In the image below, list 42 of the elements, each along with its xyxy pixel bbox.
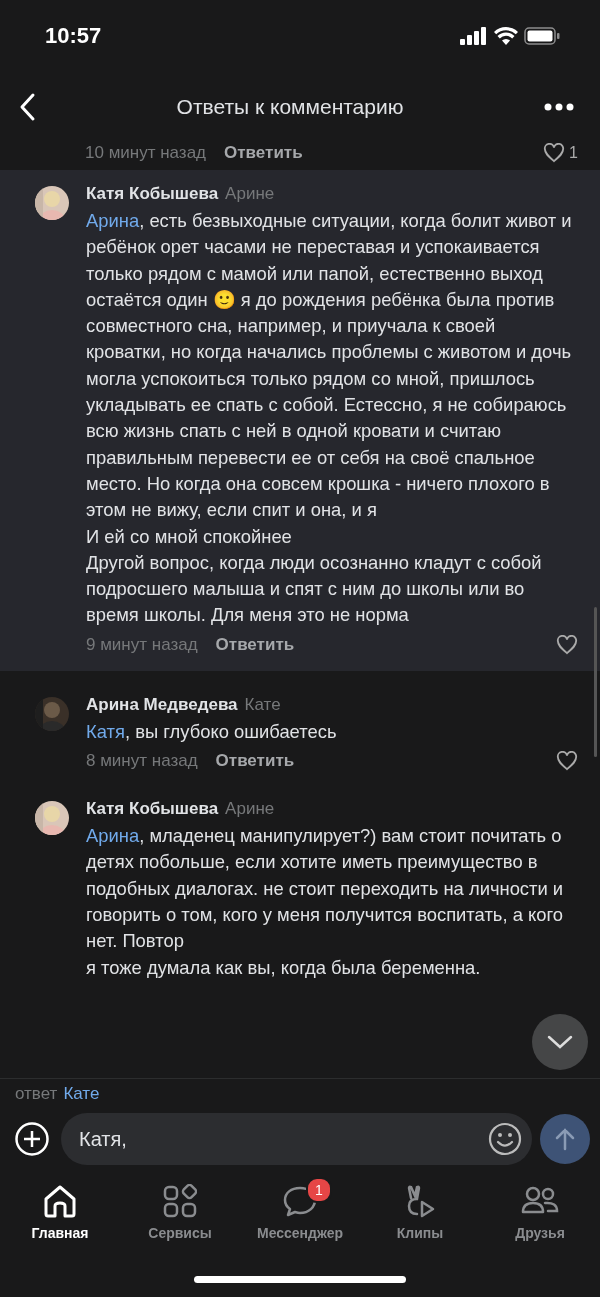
wifi-icon [494,27,518,45]
nav-tab[interactable]: Сервисы [125,1183,235,1241]
addressee: Арине [225,799,275,820]
status-time: 10:57 [45,23,102,49]
home-icon [42,1184,78,1218]
comment-time: 9 минут назад [86,634,198,655]
nav-tab[interactable]: Главная [5,1183,115,1241]
comment-text: Арина, есть безвыходные ситуации, когда болит живот и ребёнок орет часами не переставая и успокаивается только рядом с мамой или папой, естественно выход остаётся один 🙂 я до рождения ребёнка была против совместного сна, например, и приучала к своей кроватки, но когда начались проблемы с животом и дочь могла успокоиться только рядом со мной, пришлось укладывать ее спать с собой. Естессно, я не собираюсь всю жизнь спать с ней в одной кровати и считаю правильным перевести ее от себя на своё спальное место. Но когда она совсем крошка - ничего плохого в этом не вижу, если спит и она, и я И ей со мной спокойнее Другой вопрос, когда люди осознанно кладут с собой подросшего малыша и спят с ним до школы или во время школы. Для меня это не норма [86,209,573,628]
addressee: Кате [244,694,281,715]
nav-tab[interactable]: Клипы [365,1183,475,1241]
heart-icon[interactable] [543,143,566,163]
author-name[interactable]: Катя Кобышева [86,799,219,820]
heart-icon[interactable] [556,634,578,655]
smile-icon[interactable] [488,1122,522,1156]
signal-icon [460,27,488,45]
author-name[interactable]: Арина Медведева [86,694,238,715]
unread-count: 1 [306,1177,332,1203]
comment-text: Арина, младенец манипулирует?) вам стоит почитать о детях побольше, если хотите иметь преимущество в подобных диалогах. не стоит переходить на личности и говорить о том, кого у меня получится воспитать, а кого нет. Повтор я тоже думала как вы, когда была беременна. [86,824,565,980]
reply-link[interactable]: Ответить [215,751,295,772]
battery-icon [524,27,560,45]
send-button[interactable] [540,1114,590,1164]
heart-icon[interactable] [556,751,578,772]
comment-text: Катя, вы глубоко ошибаетесь [86,719,338,744]
message-field[interactable]: Катя, [61,1113,532,1165]
nav-tab[interactable]: Друзья [485,1183,595,1241]
reply-target-link[interactable]: Кате [63,1084,100,1104]
addressee: Арине [225,184,275,204]
reply-label: ответ [15,1084,58,1104]
mention-link[interactable]: Арина [86,210,140,231]
reply-link[interactable]: Ответить [224,143,303,163]
grid-icon [163,1184,197,1218]
chevron-down-icon [547,1035,573,1049]
arrow-up-icon [554,1127,576,1151]
like-count: 1 [569,143,578,163]
scroll-down-button[interactable] [532,1014,588,1070]
mention-link[interactable]: Арина [86,825,140,847]
author-name[interactable]: Катя Кобышева [86,184,219,204]
comment-time: 8 минут назад [86,751,198,772]
mention-link[interactable]: Катя [86,720,125,742]
page-title: Ответы к комментарию [176,95,404,119]
comment-time: 10 минут назад [85,142,207,164]
reply-link[interactable]: Ответить [215,634,295,655]
